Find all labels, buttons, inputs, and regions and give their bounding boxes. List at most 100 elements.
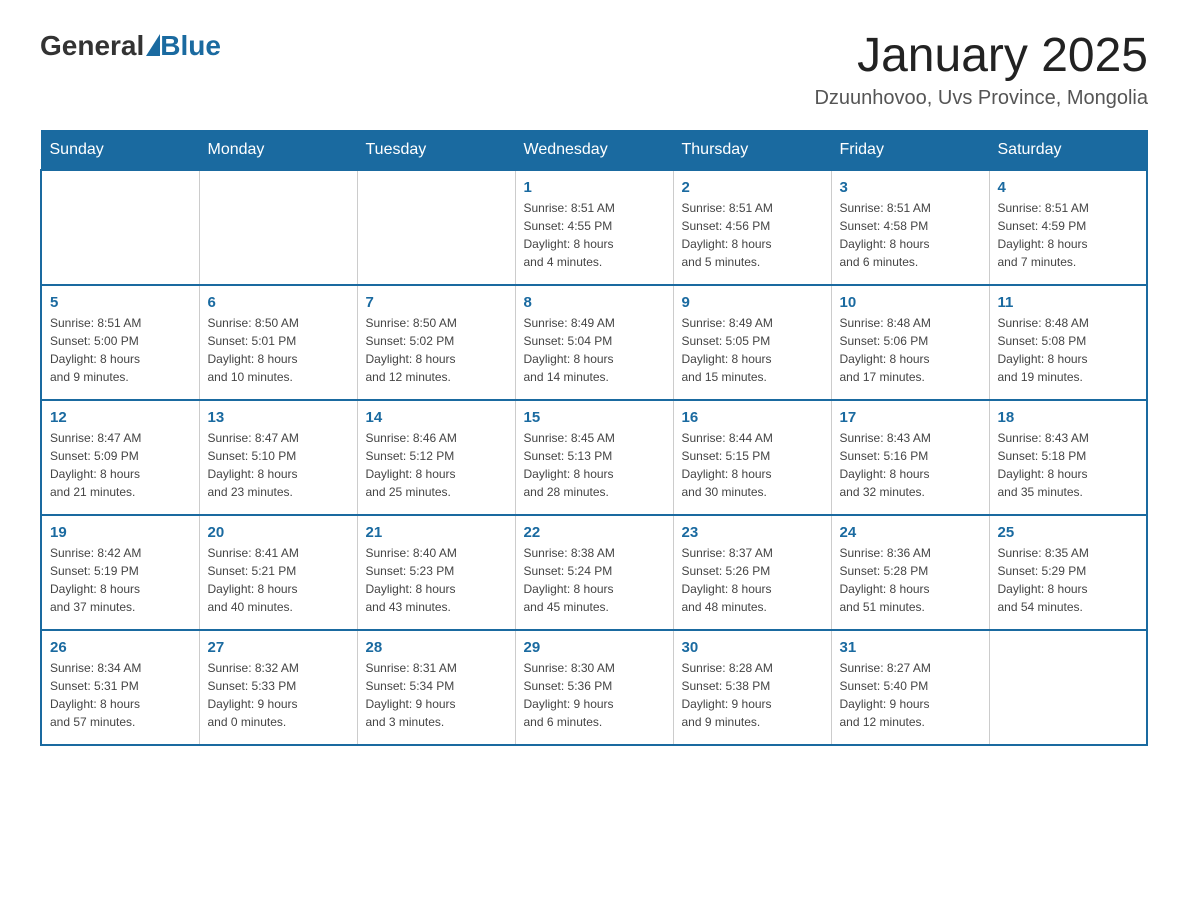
calendar-subtitle: Dzuunhovoo, Uvs Province, Mongolia [814,87,1148,110]
logo-general-text: General [40,30,144,62]
calendar-cell: 26Sunrise: 8:34 AM Sunset: 5:31 PM Dayli… [41,630,199,745]
weekday-header-wednesday: Wednesday [515,130,673,170]
day-number: 29 [524,639,665,656]
day-number: 11 [998,294,1139,311]
day-number: 6 [208,294,349,311]
day-info: Sunrise: 8:48 AM Sunset: 5:08 PM Dayligh… [998,314,1139,386]
weekday-header-friday: Friday [831,130,989,170]
weekday-header-thursday: Thursday [673,130,831,170]
day-info: Sunrise: 8:45 AM Sunset: 5:13 PM Dayligh… [524,429,665,501]
day-info: Sunrise: 8:30 AM Sunset: 5:36 PM Dayligh… [524,659,665,731]
day-number: 31 [840,639,981,656]
calendar-cell: 18 Sunrise: 8:43 AM Sunset: 5:18 PM Dayli… [989,400,1147,515]
calendar-cell [199,170,357,285]
day-number: 8 [524,294,665,311]
calendar-cell: 17Sunrise: 8:43 AM Sunset: 5:16 PM Dayli… [831,400,989,515]
day-number: 7 [366,294,507,311]
day-number: 9 [682,294,823,311]
day-number: 2 [682,179,823,196]
calendar-cell: 5 Sunrise: 8:51 AM Sunset: 5:00 PM Daylig… [41,285,199,400]
weekday-header-sunday: Sunday [41,130,199,170]
day-info: Sunrise: 8:51 AM Sunset: 4:56 PM Dayligh… [682,199,823,271]
day-number: 20 [208,524,349,541]
calendar-cell: 20 Sunrise: 8:41 AM Sunset: 5:21 PM Dayli… [199,515,357,630]
day-info: Sunrise: 8:51 AM Sunset: 4:58 PM Dayligh… [840,199,981,271]
day-number: 30 [682,639,823,656]
calendar-week-5: 26Sunrise: 8:34 AM Sunset: 5:31 PM Dayli… [41,630,1147,745]
day-info: Sunrise: 8:44 AM Sunset: 5:15 PM Dayligh… [682,429,823,501]
day-info: Sunrise: 8:32 AM Sunset: 5:33 PM Dayligh… [208,659,349,731]
day-number: 27 [208,639,349,656]
day-number: 5 [50,294,191,311]
day-info: Sunrise: 8:47 AM Sunset: 5:10 PM Dayligh… [208,429,349,501]
title-block: January 2025 Dzuunhovoo, Uvs Province, M… [814,30,1148,110]
calendar-cell: 15 Sunrise: 8:45 AM Sunset: 5:13 PM Dayli… [515,400,673,515]
calendar-cell: 9 Sunrise: 8:49 AM Sunset: 5:05 PM Daylig… [673,285,831,400]
day-info: Sunrise: 8:49 AM Sunset: 5:04 PM Dayligh… [524,314,665,386]
calendar-table: SundayMondayTuesdayWednesdayThursdayFrid… [40,130,1148,746]
weekday-header-monday: Monday [199,130,357,170]
day-number: 22 [524,524,665,541]
calendar-cell [357,170,515,285]
day-info: Sunrise: 8:50 AM Sunset: 5:01 PM Dayligh… [208,314,349,386]
calendar-cell: 19Sunrise: 8:42 AM Sunset: 5:19 PM Dayli… [41,515,199,630]
day-info: Sunrise: 8:51 AM Sunset: 5:00 PM Dayligh… [50,314,191,386]
day-info: Sunrise: 8:43 AM Sunset: 5:16 PM Dayligh… [840,429,981,501]
page-header: General Blue January 2025 Dzuunhovoo, Uv… [40,30,1148,110]
logo: General Blue [40,30,221,62]
day-number: 18 [998,409,1139,426]
day-number: 28 [366,639,507,656]
calendar-cell: 2 Sunrise: 8:51 AM Sunset: 4:56 PM Daylig… [673,170,831,285]
day-number: 24 [840,524,981,541]
calendar-cell: 16 Sunrise: 8:44 AM Sunset: 5:15 PM Dayli… [673,400,831,515]
day-number: 14 [366,409,507,426]
day-info: Sunrise: 8:41 AM Sunset: 5:21 PM Dayligh… [208,544,349,616]
day-number: 23 [682,524,823,541]
calendar-cell: 14Sunrise: 8:46 AM Sunset: 5:12 PM Dayli… [357,400,515,515]
calendar-cell: 8 Sunrise: 8:49 AM Sunset: 5:04 PM Daylig… [515,285,673,400]
weekday-header-row: SundayMondayTuesdayWednesdayThursdayFrid… [41,130,1147,170]
day-info: Sunrise: 8:28 AM Sunset: 5:38 PM Dayligh… [682,659,823,731]
calendar-week-4: 19Sunrise: 8:42 AM Sunset: 5:19 PM Dayli… [41,515,1147,630]
day-info: Sunrise: 8:47 AM Sunset: 5:09 PM Dayligh… [50,429,191,501]
calendar-cell: 29 Sunrise: 8:30 AM Sunset: 5:36 PM Dayli… [515,630,673,745]
calendar-cell: 23Sunrise: 8:37 AM Sunset: 5:26 PM Dayli… [673,515,831,630]
calendar-cell [41,170,199,285]
calendar-cell: 10 Sunrise: 8:48 AM Sunset: 5:06 PM Dayli… [831,285,989,400]
calendar-cell: 1Sunrise: 8:51 AM Sunset: 4:55 PM Daylig… [515,170,673,285]
calendar-cell: 24Sunrise: 8:36 AM Sunset: 5:28 PM Dayli… [831,515,989,630]
logo-triangle-icon [146,34,160,56]
calendar-cell: 7 Sunrise: 8:50 AM Sunset: 5:02 PM Daylig… [357,285,515,400]
day-number: 25 [998,524,1139,541]
day-number: 12 [50,409,191,426]
day-number: 1 [524,179,665,196]
calendar-week-1: 1Sunrise: 8:51 AM Sunset: 4:55 PM Daylig… [41,170,1147,285]
day-info: Sunrise: 8:48 AM Sunset: 5:06 PM Dayligh… [840,314,981,386]
calendar-cell: 11 Sunrise: 8:48 AM Sunset: 5:08 PM Dayli… [989,285,1147,400]
day-info: Sunrise: 8:43 AM Sunset: 5:18 PM Dayligh… [998,429,1139,501]
calendar-cell: 21Sunrise: 8:40 AM Sunset: 5:23 PM Dayli… [357,515,515,630]
day-number: 10 [840,294,981,311]
day-number: 4 [998,179,1139,196]
calendar-cell [989,630,1147,745]
calendar-cell: 30 Sunrise: 8:28 AM Sunset: 5:38 PM Dayli… [673,630,831,745]
day-number: 13 [208,409,349,426]
calendar-week-3: 12 Sunrise: 8:47 AM Sunset: 5:09 PM Dayli… [41,400,1147,515]
calendar-cell: 25Sunrise: 8:35 AM Sunset: 5:29 PM Dayli… [989,515,1147,630]
weekday-header-saturday: Saturday [989,130,1147,170]
day-info: Sunrise: 8:38 AM Sunset: 5:24 PM Dayligh… [524,544,665,616]
day-info: Sunrise: 8:51 AM Sunset: 4:59 PM Dayligh… [998,199,1139,271]
calendar-week-2: 5 Sunrise: 8:51 AM Sunset: 5:00 PM Daylig… [41,285,1147,400]
calendar-cell: 6 Sunrise: 8:50 AM Sunset: 5:01 PM Daylig… [199,285,357,400]
day-number: 16 [682,409,823,426]
day-number: 15 [524,409,665,426]
day-info: Sunrise: 8:50 AM Sunset: 5:02 PM Dayligh… [366,314,507,386]
day-info: Sunrise: 8:49 AM Sunset: 5:05 PM Dayligh… [682,314,823,386]
calendar-cell: 27 Sunrise: 8:32 AM Sunset: 5:33 PM Dayli… [199,630,357,745]
logo-blue-text: Blue [160,30,221,62]
day-info: Sunrise: 8:42 AM Sunset: 5:19 PM Dayligh… [50,544,191,616]
calendar-cell: 31Sunrise: 8:27 AM Sunset: 5:40 PM Dayli… [831,630,989,745]
calendar-cell: 3Sunrise: 8:51 AM Sunset: 4:58 PM Daylig… [831,170,989,285]
day-number: 21 [366,524,507,541]
day-info: Sunrise: 8:34 AM Sunset: 5:31 PM Dayligh… [50,659,191,731]
